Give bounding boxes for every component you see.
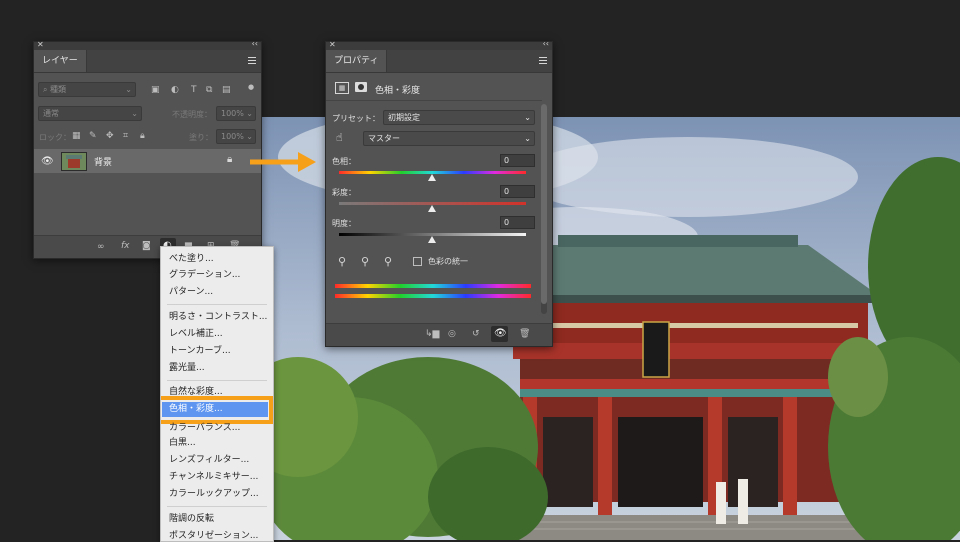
menu-item-color-balance[interactable]: カラーバランス... [169,421,240,436]
menu-separator [167,506,267,507]
eye-icon: 👁︎ [494,328,507,339]
lock-all-icon[interactable]: 🔒︎ [140,131,145,141]
type-filter-icon[interactable]: T [191,85,197,95]
adjustment-title: 色相・彩度 [375,86,421,96]
menu-item-invert[interactable]: 階調の反転 [169,512,214,527]
hue-label: 色相： [332,157,356,166]
shape-filter-icon[interactable]: ⧉ [206,85,212,95]
input-spectrum-bar [335,284,531,288]
search-icon: ⌕ [43,85,51,94]
menu-item-black-white[interactable]: 白黒... [169,436,196,451]
lock-artboard-icon[interactable]: ⌗ [123,131,128,141]
pixel-filter-icon[interactable]: ▣ [151,85,160,95]
layers-panel: ✕ ‹‹ レイヤー ⌕ 種類 ⌄ ▣ ◐ T ⧉ ▤ ● 通常 ⌄ 不透明度： 100… [33,39,262,259]
menu-item-posterize[interactable]: ポスタリゼーション... [169,529,258,541]
adjustment-menu: べた塗り... グラデーション... パターン... 明るさ・コントラスト...… [160,246,274,542]
menu-item-photo-filter[interactable]: レンズフィルター... [169,453,249,468]
properties-toolbar: ↳▆ ◎ ↺ 👁︎ 🗑︎ [326,323,552,346]
menu-separator [167,304,267,305]
toggle-visibility-button[interactable]: 👁︎ [491,326,508,342]
opacity-input[interactable]: 100% ⌄ [216,106,256,121]
close-icon[interactable]: ✕ [329,40,336,49]
layer-name: 背景 [94,158,113,168]
colorize-label: 色彩の統一 [428,257,468,266]
panel-menu-icon[interactable] [539,57,547,64]
adjustment-layer-icon[interactable]: ▦ [335,82,349,94]
lock-position-icon[interactable]: ✥ [106,131,114,141]
saturation-label: 彩度： [332,188,356,197]
reset-icon[interactable]: ↺ [472,329,480,339]
hue-slider-thumb[interactable] [428,174,436,181]
layer-lock-icon: 🔒︎ [227,154,233,165]
properties-panel: ✕ ‹‹ プロパティ ▦ 色相・彩度 プリセット： 初期設定 ⌄ ☝︎ マスター ⌄ … [325,39,553,347]
scrollbar[interactable] [541,104,547,314]
target-adjustment-hand-icon[interactable]: ☝︎ [336,131,343,144]
panel-menu-icon[interactable] [248,57,256,64]
tab-layers[interactable]: レイヤー [34,50,87,72]
menu-item-color-lookup[interactable]: カラールックアップ... [169,487,259,502]
menu-item-gradient[interactable]: グラデーション... [169,268,240,283]
fx-icon[interactable]: fx [121,241,130,251]
channel-select[interactable]: マスター ⌄ [363,131,535,146]
lock-label: ロック： [39,133,71,142]
lightness-label: 明度： [332,219,356,228]
close-icon[interactable]: ✕ [37,40,44,49]
preset-select[interactable]: 初期設定 ⌄ [383,110,535,125]
hue-input[interactable]: 0 [500,154,535,167]
clip-to-layer-icon[interactable]: ↳▆ [425,329,439,339]
blend-mode-select[interactable]: 通常 ⌄ [38,106,142,121]
menu-item-curves[interactable]: トーンカーブ... [169,344,231,359]
eyedropper-icon[interactable]: ⚲ [338,255,346,268]
menu-separator [167,380,267,381]
lightness-input[interactable]: 0 [500,216,535,229]
menu-item-solid-color[interactable]: べた塗り... [169,252,214,267]
layer-thumbnail [61,152,87,171]
saturation-slider-thumb[interactable] [428,205,436,212]
collapse-icon[interactable]: ‹‹ [543,39,549,48]
opacity-label: 不透明度： [172,110,212,119]
visibility-eye-icon[interactable]: 👁︎ [41,156,54,167]
trash-icon[interactable]: 🗑︎ [519,329,530,339]
menu-item-hue-saturation[interactable]: 色相・彩度... [169,402,223,417]
menu-item-channel-mixer[interactable]: チャンネルミキサー... [169,470,258,485]
saturation-input[interactable]: 0 [500,185,535,198]
view-previous-icon[interactable]: ◎ [448,329,456,339]
menu-item-brightness-contrast[interactable]: 明るさ・コントラスト... [169,310,267,325]
tab-properties[interactable]: プロパティ [326,50,388,72]
layer-filter-select[interactable]: ⌕ 種類 ⌄ [38,82,136,97]
mask-icon[interactable] [355,82,367,92]
output-spectrum-bar [335,294,531,298]
menu-item-hue-saturation-highlight[interactable]: 色相・彩度... [162,402,268,417]
colorize-checkbox[interactable] [413,257,422,266]
menu-item-levels[interactable]: レベル補正... [169,327,223,342]
layer-row-background[interactable]: 👁︎ 背景 🔒︎ [34,149,261,173]
menu-item-pattern[interactable]: パターン... [169,285,213,300]
smartobject-filter-icon[interactable]: ▤ [222,85,231,95]
lock-brush-icon[interactable]: ✎ [89,131,97,141]
fill-input[interactable]: 100% ⌄ [216,129,256,144]
add-mask-icon[interactable]: ◙ [142,241,151,251]
fill-label: 塗り： [189,133,213,142]
menu-item-exposure[interactable]: 露光量... [169,361,205,376]
link-layers-icon[interactable]: ∞ [97,242,105,252]
eyedropper-plus-icon[interactable]: ⚲ [361,255,369,268]
preset-label: プリセット： [332,114,380,123]
lightness-slider-thumb[interactable] [428,236,436,243]
adjustment-filter-icon[interactable]: ◐ [171,85,179,95]
filter-toggle-icon[interactable]: ● [248,82,254,92]
eyedropper-minus-icon[interactable]: ⚲ [384,255,392,268]
lock-transparent-icon[interactable]: ▦ [72,131,81,141]
collapse-icon[interactable]: ‹‹ [252,39,258,48]
callout-arrow [250,152,316,172]
